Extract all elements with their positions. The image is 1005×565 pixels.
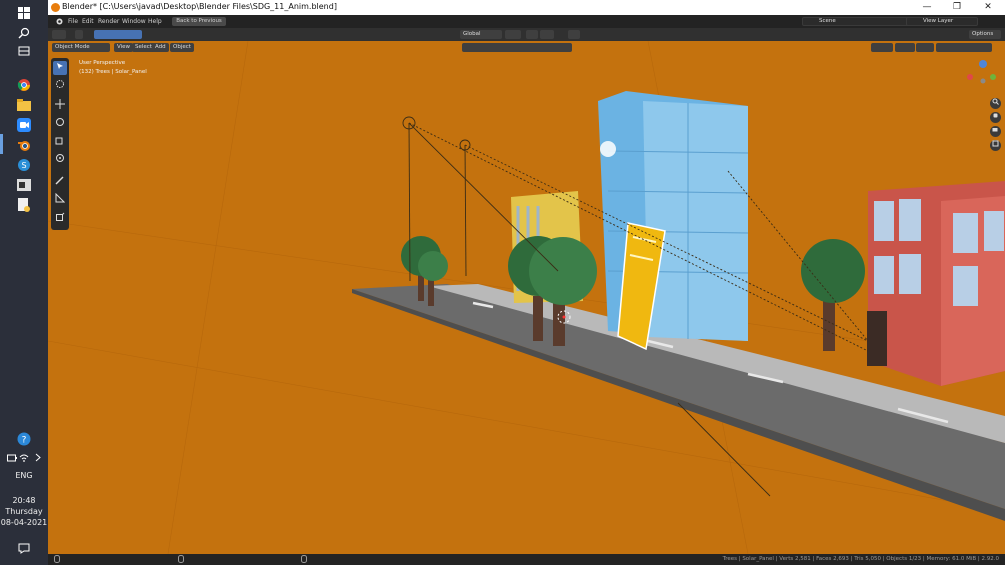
- transform-tool[interactable]: [53, 153, 67, 167]
- shading-mode-group[interactable]: [936, 43, 992, 52]
- blender-icon[interactable]: [14, 135, 34, 155]
- navigation-gizmo[interactable]: [967, 60, 996, 84]
- zoom-icon[interactable]: [14, 115, 34, 135]
- close-button[interactable]: ✕: [975, 1, 1001, 14]
- rotate-tool[interactable]: [53, 117, 67, 131]
- menu-edit[interactable]: Edit: [79, 17, 97, 26]
- window-titlebar: Blender* [C:\Users\javad\Desktop\Blender…: [48, 0, 1005, 15]
- glass-building-face: [643, 101, 748, 341]
- svg-text:S: S: [21, 161, 26, 170]
- clock-date: 08-04-2021: [0, 518, 48, 527]
- scene-statistics: Trees | Solar_Panel | Verts 2,581 | Face…: [722, 556, 999, 562]
- notification-icon[interactable]: [14, 538, 34, 558]
- annotate-tool[interactable]: [53, 175, 67, 189]
- clock-day: Thursday: [5, 507, 43, 516]
- sun-glare: [600, 141, 616, 157]
- blender-menu-icon[interactable]: [52, 17, 66, 28]
- cursor-tool[interactable]: [53, 79, 67, 93]
- tool-header: Global Options: [48, 28, 1005, 41]
- editor-type-icon[interactable]: [52, 30, 66, 39]
- menu-add[interactable]: Add: [152, 43, 169, 52]
- camera-view-icon[interactable]: [990, 126, 1001, 137]
- viewport-header: Object Mode View Select Add Object: [48, 41, 1005, 54]
- add-cube-tool[interactable]: [53, 212, 67, 226]
- svg-text:?: ?: [22, 436, 27, 446]
- selection-mode-group[interactable]: [94, 30, 142, 39]
- back-to-previous-button[interactable]: Back to Previous: [172, 17, 226, 26]
- active-app-indicator: [0, 134, 3, 154]
- measure-tool[interactable]: [53, 192, 67, 207]
- tree-right: [801, 239, 865, 351]
- proportional-edit-icon[interactable]: [568, 30, 580, 39]
- search-icon[interactable]: [14, 23, 34, 43]
- scene-selector[interactable]: Scene: [802, 17, 912, 26]
- menu-help[interactable]: Help: [145, 17, 165, 26]
- skype-icon[interactable]: S: [14, 155, 34, 175]
- options-dropdown[interactable]: Options: [969, 30, 1001, 39]
- overlays-toggle[interactable]: [916, 43, 934, 52]
- scale-tool[interactable]: [53, 135, 67, 149]
- notes-app-icon[interactable]: [14, 195, 34, 215]
- task-view-icon[interactable]: [14, 41, 34, 61]
- view-layer-selector[interactable]: View Layer: [906, 17, 978, 26]
- 3d-viewport[interactable]: Object Mode View Select Add Object User …: [48, 41, 1005, 554]
- pivot-point-icon[interactable]: [505, 30, 521, 39]
- zoom-view-icon[interactable]: [990, 98, 1001, 109]
- windows-start-icon[interactable]: [14, 3, 34, 23]
- mouse-context-icon: [301, 555, 307, 565]
- screen: S ? ENG 20:48 Thursday 08-04-2021 Blende…: [0, 0, 1005, 565]
- scene-render: [48, 41, 1005, 554]
- snap-target-icon[interactable]: [540, 30, 554, 39]
- gizmo-toggle[interactable]: [895, 43, 915, 52]
- status-bar: Trees | Solar_Panel | Verts 2,581 | Face…: [48, 554, 1005, 565]
- menu-view[interactable]: View: [114, 43, 134, 52]
- tool-shelf: [51, 58, 69, 230]
- window-title: Blender* [C:\Users\javad\Desktop\Blender…: [62, 2, 337, 11]
- blender-topbar: File Edit Render Window Help Back to Pre…: [48, 15, 1005, 28]
- visibility-dropdown[interactable]: [871, 43, 893, 52]
- app-window-icon[interactable]: [14, 175, 34, 195]
- mode-dropdown[interactable]: Object Mode: [52, 43, 110, 52]
- chevron-right-icon[interactable]: [28, 447, 48, 467]
- view-name: User Perspective: [79, 60, 126, 66]
- perspective-toggle-icon[interactable]: [990, 140, 1001, 151]
- help-icon[interactable]: ?: [14, 429, 34, 449]
- blender-logo-icon: [51, 3, 60, 12]
- language-indicator[interactable]: ENG: [0, 470, 48, 481]
- transform-orientation-dropdown[interactable]: Global: [460, 30, 502, 39]
- file-explorer-icon[interactable]: [14, 95, 34, 115]
- snap-icon[interactable]: [526, 30, 538, 39]
- chrome-icon[interactable]: [14, 75, 34, 95]
- red-building-door: [867, 311, 887, 366]
- move-tool[interactable]: [53, 99, 67, 113]
- clock-time[interactable]: 20:48: [0, 495, 48, 506]
- minimize-button[interactable]: —: [914, 1, 940, 14]
- pan-view-icon[interactable]: [990, 112, 1001, 123]
- active-object-info: (132) Trees | Solar_Panel: [79, 69, 147, 75]
- windows-taskbar: S ? ENG 20:48 Thursday 08-04-2021: [0, 0, 48, 565]
- maximize-button[interactable]: ❐: [944, 1, 970, 14]
- object-type-visibility-group[interactable]: [462, 43, 572, 52]
- select-box-tool[interactable]: [53, 61, 67, 75]
- menu-object[interactable]: Object: [170, 43, 194, 52]
- mouse-pan-icon: [178, 555, 184, 565]
- select-tool-icon[interactable]: [75, 30, 83, 39]
- mouse-select-icon: [54, 555, 60, 565]
